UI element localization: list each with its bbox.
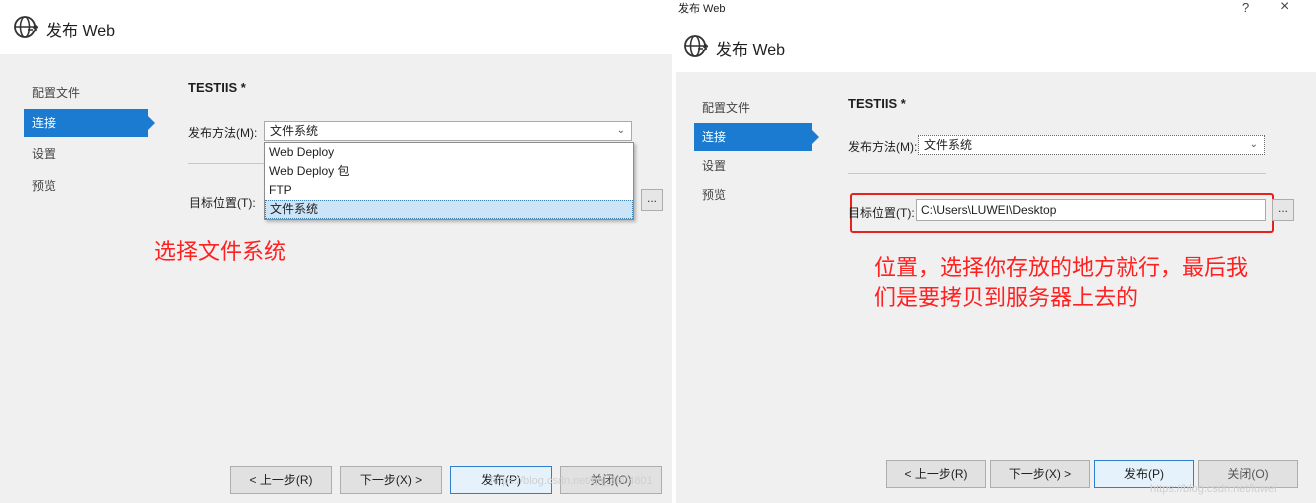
chevron-down-icon: ⌄ (1249, 139, 1258, 150)
option-ftp[interactable]: FTP (265, 181, 633, 200)
profile-name: TESTIIS * (848, 96, 906, 111)
nav-item-connection[interactable]: 连接 (694, 123, 819, 151)
left-publish-dialog: 发布 Web 配置文件 连接 设置 预览 TESTIIS * 发布方法(M): … (0, 0, 672, 503)
publish-method-dropdown: Web Deploy Web Deploy 包 FTP 文件系统 (264, 142, 634, 220)
nav-item-profile[interactable]: 配置文件 (24, 79, 148, 107)
chevron-down-icon: ⌄ (616, 125, 625, 136)
publish-method-label: 发布方法(M): (188, 126, 258, 140)
dialog-title: 发布 Web (716, 42, 786, 59)
publish-method-value: 文件系统 (924, 138, 973, 152)
target-location-input[interactable]: C:\Users\LUWEI\Desktop (916, 199, 1266, 221)
profile-name: TESTIIS * (188, 80, 246, 95)
section-divider (848, 173, 1266, 174)
right-publish-dialog: 发布 Web ? × 发布 Web 配置文件 连接 设置 预览 TESTIIS … (676, 0, 1316, 503)
option-file-system[interactable]: 文件系统 (265, 200, 633, 219)
target-location-label: 目标位置(T): (189, 196, 256, 210)
watermark: https://blog.csdn.net/qq_3804801 (490, 475, 653, 487)
annotation-text: 选择文件系统 (154, 239, 287, 264)
prev-button[interactable]: < 上一步(R) (230, 466, 332, 494)
section-divider (188, 163, 268, 164)
next-button[interactable]: 下一步(X) > (340, 466, 442, 494)
browse-button[interactable]: ... (1272, 199, 1294, 221)
nav-item-connection[interactable]: 连接 (24, 109, 155, 137)
option-web-deploy-package[interactable]: Web Deploy 包 (265, 162, 633, 181)
browse-button[interactable]: ... (641, 189, 663, 211)
nav-item-preview[interactable]: 预览 (694, 181, 812, 209)
publish-method-select[interactable]: 文件系统 ⌄ (918, 135, 1265, 155)
target-location-label: 目标位置(T): (848, 206, 915, 220)
window-close-button[interactable]: × (1280, 0, 1289, 16)
dialog-header: 发布 Web (0, 0, 672, 54)
publish-method-value: 文件系统 (270, 124, 319, 138)
prev-button[interactable]: < 上一步(R) (886, 460, 986, 488)
dialog-header: 发布 Web ? × 发布 Web (676, 0, 1316, 72)
annotation-text-line2: 们是要拷贝到服务器上去的 (874, 285, 1139, 310)
window-title: 发布 Web (678, 3, 726, 15)
publish-method-select[interactable]: 文件系统 ⌄ (264, 121, 632, 141)
globe-publish-icon (682, 33, 708, 59)
watermark: https://blog.csdn.net/luwei (1150, 483, 1277, 495)
nav-item-profile[interactable]: 配置文件 (694, 94, 812, 122)
publish-method-label: 发布方法(M): (848, 140, 918, 154)
option-web-deploy[interactable]: Web Deploy (265, 143, 633, 162)
dialog-title: 发布 Web (46, 23, 116, 40)
nav-item-settings[interactable]: 设置 (24, 140, 148, 168)
help-button[interactable]: ? (1242, 0, 1249, 15)
nav-item-preview[interactable]: 预览 (24, 172, 148, 200)
nav-item-settings[interactable]: 设置 (694, 152, 812, 180)
globe-publish-icon (12, 14, 38, 40)
annotation-text-line1: 位置，选择你存放的地方就行，最后我 (874, 255, 1249, 280)
next-button[interactable]: 下一步(X) > (990, 460, 1090, 488)
